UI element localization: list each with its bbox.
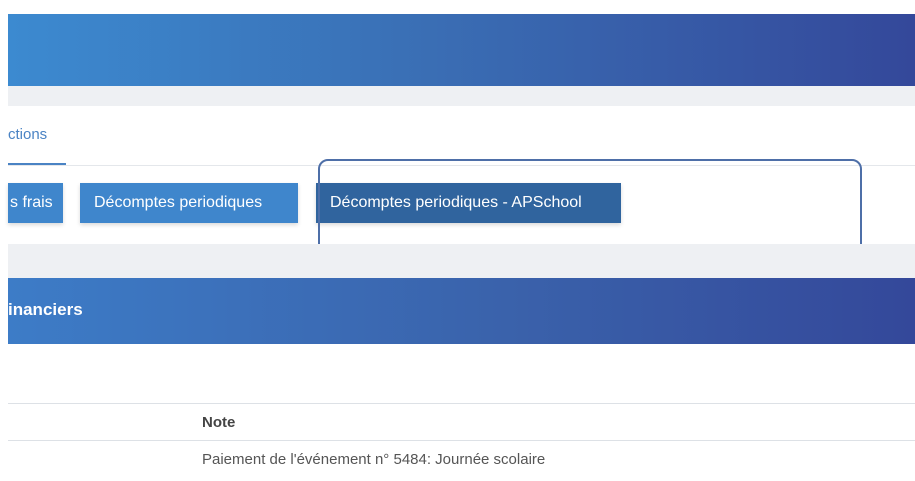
- decomptes-periodiques-button[interactable]: Décomptes periodiques: [80, 183, 298, 223]
- table-header: Note: [8, 403, 915, 441]
- section-title: inanciers: [8, 300, 83, 319]
- tab-bar: ctions: [8, 106, 915, 166]
- frais-button[interactable]: s frais: [8, 183, 63, 223]
- highlight-annotation: [318, 159, 862, 256]
- section-separator: [8, 244, 915, 278]
- section-header: inanciers: [8, 278, 915, 344]
- table-row: Paiement de l'événement n° 5484: Journée…: [8, 441, 915, 481]
- column-header-note: Note: [202, 414, 236, 431]
- header-separator: [8, 86, 915, 106]
- tab-transactions[interactable]: ctions: [8, 126, 47, 143]
- active-tab-indicator: [8, 163, 66, 165]
- note-cell: Paiement de l'événement n° 5484: Journée…: [202, 451, 546, 468]
- top-header-bar: [8, 14, 915, 86]
